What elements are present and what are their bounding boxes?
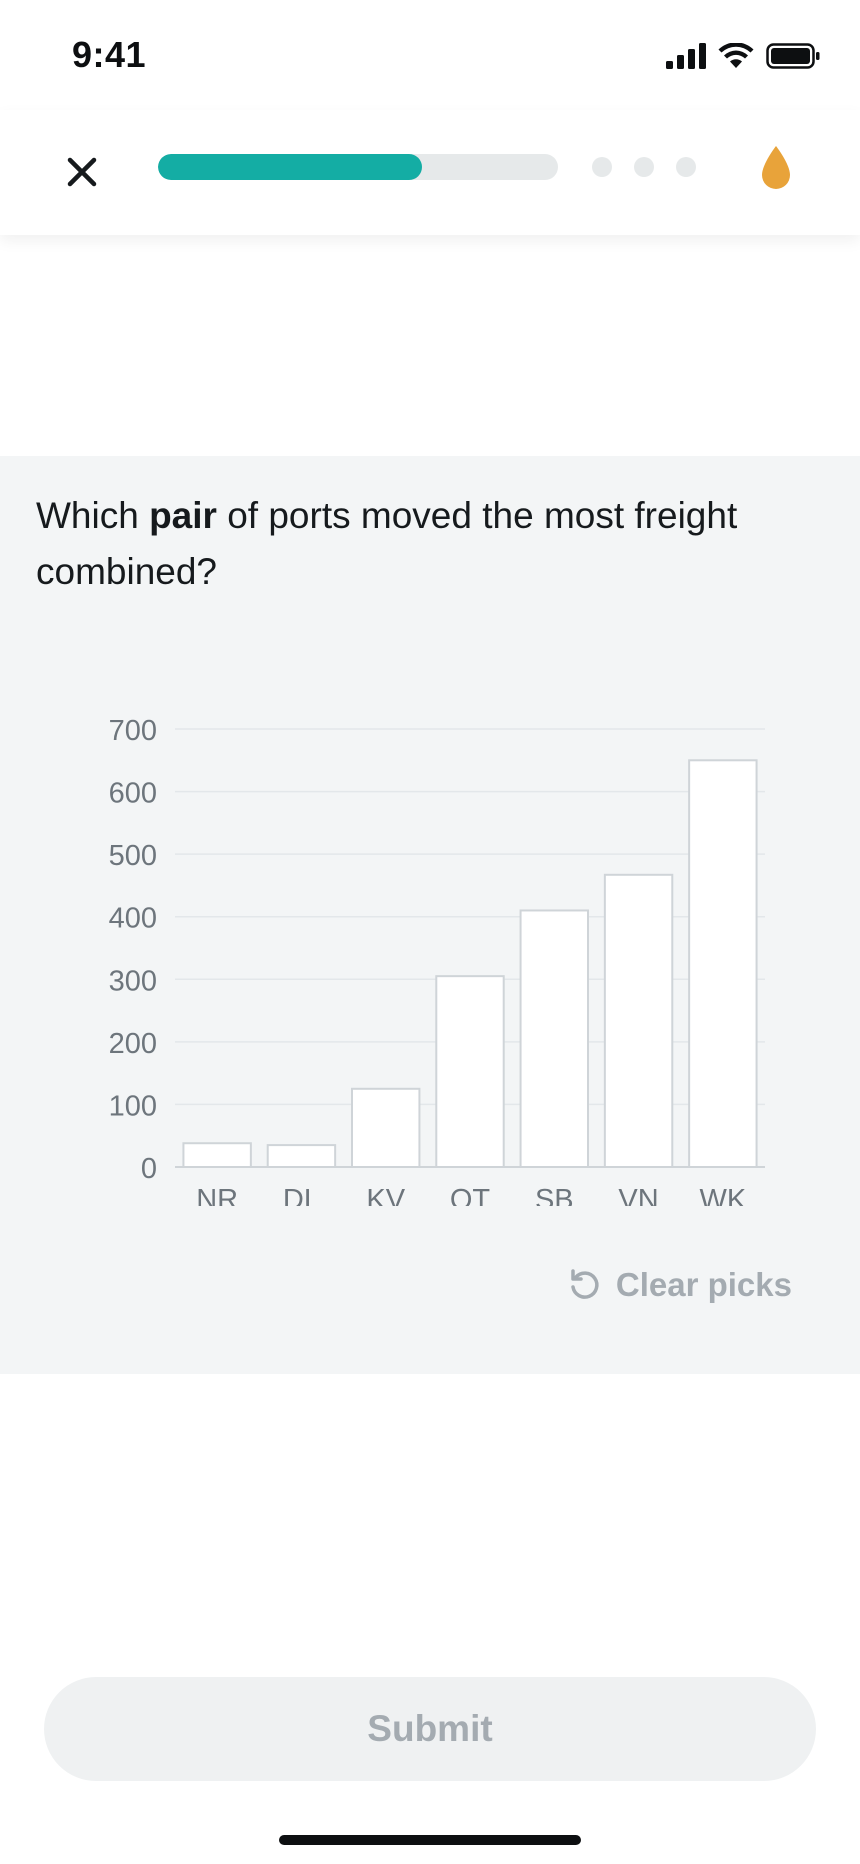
lesson-top-bar	[0, 110, 860, 235]
wifi-icon	[718, 43, 754, 68]
y-tick-label: 0	[141, 1153, 157, 1185]
home-indicator	[279, 1835, 581, 1845]
y-tick-label: 100	[109, 1090, 157, 1122]
bar-dl[interactable]	[266, 1144, 337, 1168]
x-tick-label: DL	[283, 1184, 320, 1206]
step-dot	[634, 157, 654, 177]
question-text: Which pair of ports moved the most freig…	[36, 488, 796, 600]
reset-icon	[571, 1269, 599, 1299]
freight-bar-chart: 0 100 200 300 400 500 600 700 NR DL KV OT SB VN WK	[109, 715, 765, 1206]
x-tick-label: KV	[366, 1184, 405, 1206]
x-tick-label: OT	[450, 1184, 491, 1206]
x-tick-label: VN	[618, 1184, 658, 1206]
close-icon[interactable]	[58, 148, 106, 196]
bar-vn[interactable]	[603, 873, 674, 1168]
step-dot	[592, 157, 612, 177]
question-text-start: Which	[36, 495, 150, 536]
y-tick-label: 400	[109, 903, 157, 935]
bar-nr[interactable]	[182, 1142, 252, 1168]
y-tick-label: 300	[109, 965, 157, 997]
x-tick-label: WK	[699, 1184, 746, 1206]
bar-sb[interactable]	[519, 909, 589, 1168]
x-tick-label: NR	[196, 1184, 238, 1206]
bar-wk[interactable]	[688, 759, 758, 1169]
y-tick-label: 600	[109, 778, 157, 810]
clear-picks-button[interactable]: Clear picks	[568, 1266, 792, 1304]
submit-button[interactable]: Submit	[44, 1677, 816, 1781]
y-tick-label: 200	[109, 1028, 157, 1060]
status-icons	[666, 40, 820, 72]
bar-kv[interactable]	[351, 1087, 421, 1168]
lesson-progress-bar	[158, 154, 558, 180]
clear-picks-label: Clear picks	[615, 1266, 792, 1303]
cellular-signal-icon	[666, 43, 706, 69]
status-time: 9:41	[72, 34, 147, 75]
lesson-progress-fill	[158, 154, 422, 180]
bar-ot[interactable]	[435, 975, 505, 1168]
step-dot	[676, 157, 696, 177]
x-tick-label: SB	[535, 1184, 574, 1206]
question-panel: Which pair of ports moved the most freig…	[0, 456, 860, 1374]
battery-icon	[766, 43, 820, 69]
question-emphasis: pair	[149, 495, 217, 536]
drop-icon	[762, 146, 790, 189]
status-bar: 9:41	[0, 0, 860, 110]
y-tick-label: 500	[109, 840, 157, 872]
y-tick-label: 700	[109, 715, 157, 747]
